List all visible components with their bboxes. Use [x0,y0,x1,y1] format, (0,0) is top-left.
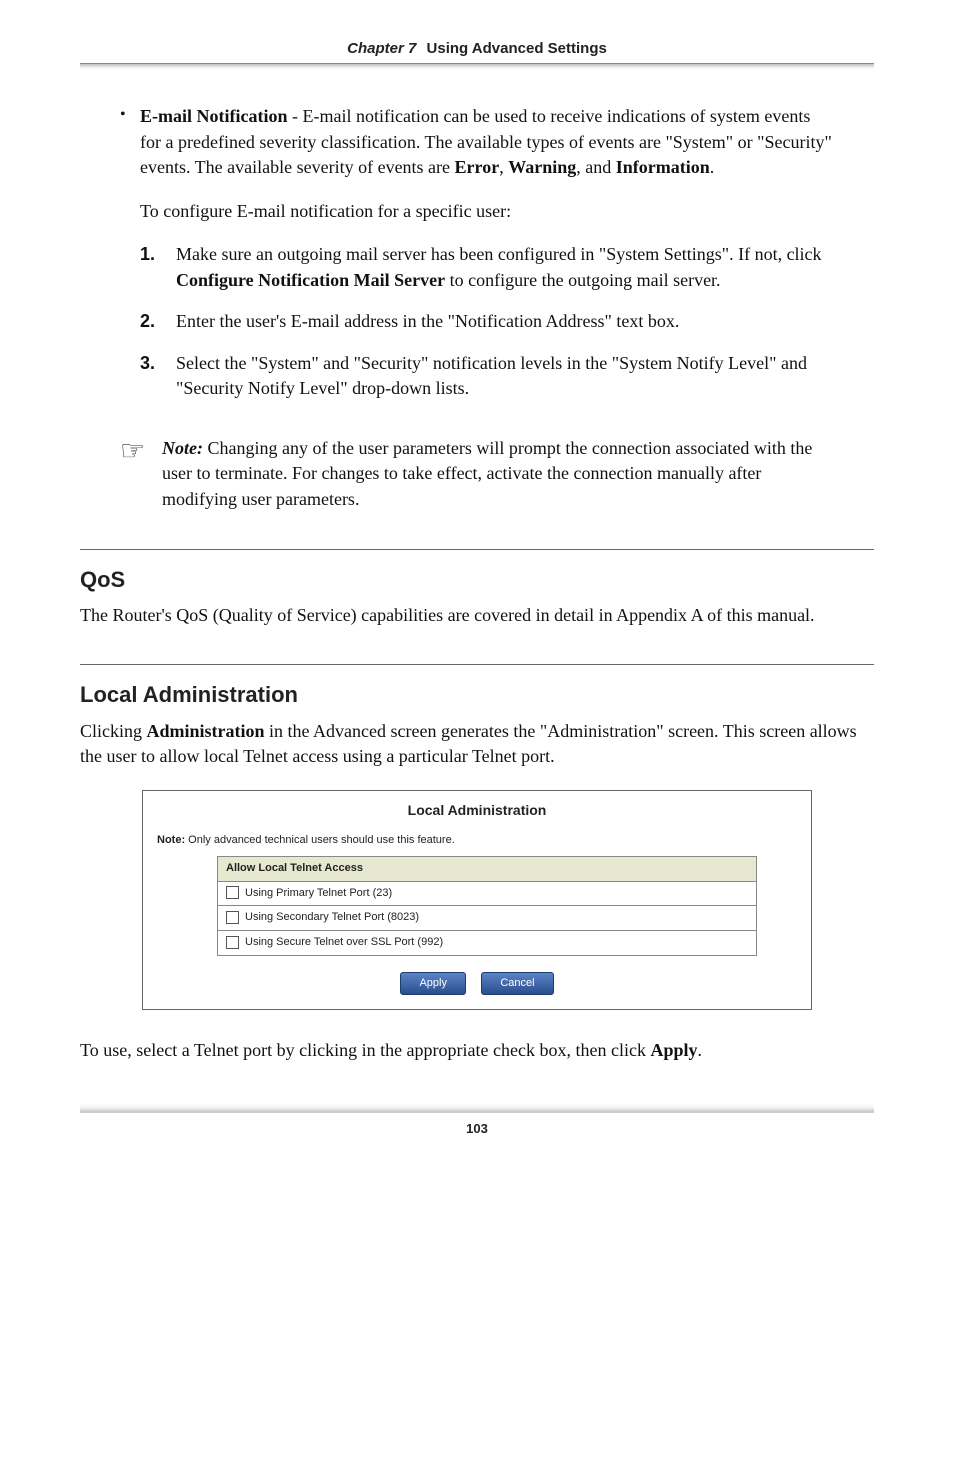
checkbox-secondary-telnet[interactable] [226,911,239,924]
chapter-label: Chapter 7 [347,40,416,57]
panel-note-text: Only advanced technical users should use… [185,834,455,846]
step-3-text: Select the "System" and "Security" notif… [176,351,834,402]
email-notification-label: E-mail Notification [140,106,287,126]
row-label: Using Primary Telnet Port (23) [245,887,392,899]
step-1-text-c: to configure the outgoing mail server. [445,270,720,290]
telnet-access-table: Allow Local Telnet Access Using Primary … [217,856,757,955]
checkbox-primary-telnet[interactable] [226,886,239,899]
table-row: Using Primary Telnet Port (23) [218,881,757,906]
tail: . [710,157,715,177]
severity-warning: Warning [508,157,576,177]
panel-note-label: Note: [157,834,185,846]
local-administration-panel: Local Administration Note: Only advanced… [142,790,812,1011]
table-header-cell: Allow Local Telnet Access [218,857,757,882]
sep1: , [499,157,508,177]
closing-c: . [698,1040,703,1060]
closing-a: To use, select a Telnet port by clicking… [80,1040,650,1060]
local-admin-para-bold: Administration [147,721,265,741]
chapter-title: Using Advanced Settings [427,40,607,57]
note-block: ☞ Note: Changing any of the user paramet… [120,436,834,513]
section-divider [80,549,874,550]
bullet-dot: • [120,104,140,418]
section-divider [80,664,874,665]
row-label: Using Secondary Telnet Port (8023) [245,911,419,923]
chapter-header: Chapter 7 Using Advanced Settings [80,40,874,57]
closing-bold: Apply [650,1040,697,1060]
closing-paragraph: To use, select a Telnet port by clicking… [80,1038,874,1064]
sep2: , and [576,157,616,177]
step-number: 1. [140,242,176,293]
panel-title: Local Administration [157,801,797,821]
local-admin-heading: Local Administration [80,679,874,710]
apply-button[interactable]: Apply [400,972,466,996]
severity-error: Error [455,157,500,177]
local-admin-paragraph: Clicking Administration in the Advanced … [80,719,874,770]
configure-line: To configure E-mail notification for a s… [140,199,834,225]
steps-list: 1. Make sure an outgoing mail server has… [140,242,834,402]
note-text: Changing any of the user parameters will… [162,438,812,509]
hand-pointing-icon: ☞ [120,436,162,513]
table-row: Using Secure Telnet over SSL Port (992) [218,930,757,955]
email-notification-bullet: • E-mail Notification - E-mail notificat… [120,104,834,418]
panel-buttons: Apply Cancel [157,972,797,996]
cancel-button[interactable]: Cancel [481,972,553,996]
step-number: 2. [140,309,176,335]
note-label: Note: [162,438,203,458]
table-row: Using Secondary Telnet Port (8023) [218,906,757,931]
step-2-text: Enter the user's E-mail address in the "… [176,309,834,335]
step-1-text-a: Make sure an outgoing mail server has be… [176,244,822,264]
checkbox-secure-telnet-ssl[interactable] [226,936,239,949]
row-label: Using Secure Telnet over SSL Port (992) [245,936,443,948]
page-number: 103 [80,1121,874,1136]
local-admin-para-a: Clicking [80,721,147,741]
step-1: 1. Make sure an outgoing mail server has… [140,242,834,293]
footer-divider [80,1104,874,1113]
step-2: 2. Enter the user's E-mail address in th… [140,309,834,335]
qos-paragraph: The Router's QoS (Quality of Service) ca… [80,603,874,629]
severity-information: Information [616,157,710,177]
header-divider [80,63,874,70]
step-3: 3. Select the "System" and "Security" no… [140,351,834,402]
panel-note: Note: Only advanced technical users shou… [157,833,797,849]
step-1-bold: Configure Notification Mail Server [176,270,445,290]
step-number: 3. [140,351,176,402]
qos-heading: QoS [80,564,874,595]
